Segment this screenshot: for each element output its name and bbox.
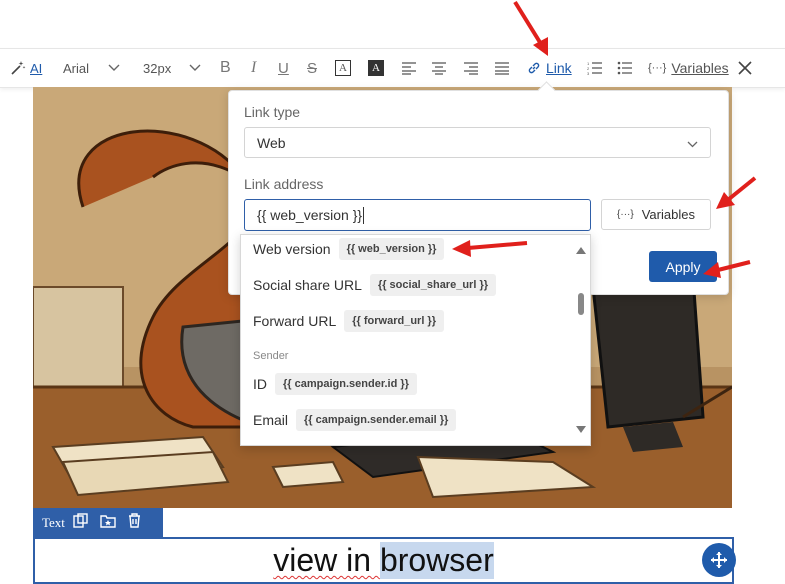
variable-token: {{ social_share_url }} [369,274,497,296]
variable-option-web-version[interactable]: Web version {{ web_version }} [253,236,445,262]
italic-button[interactable]: I [251,49,256,87]
link-type-select[interactable]: Web [244,127,711,158]
variables-toolbar-label: Variables [671,60,729,76]
variable-token: {{ campaign.sender.email }} [296,409,457,431]
font-size-chevron-icon[interactable] [189,49,201,87]
underline-icon: U [278,59,289,77]
variables-toolbar-button[interactable]: {···} Variables [648,49,729,87]
align-center-button[interactable] [431,49,447,87]
move-icon [711,552,727,568]
link-type-label: Link type [244,104,301,120]
underline-button[interactable]: U [278,49,289,87]
arrow-to-link [513,0,543,46]
bullet-list-button[interactable] [617,49,633,87]
justify-icon [495,62,509,75]
bold-button[interactable]: B [220,49,231,87]
apply-button-label: Apply [665,258,701,275]
variable-label: Email [253,412,289,428]
scroll-down-icon [576,426,586,433]
move-handle[interactable] [702,543,736,577]
justify-button[interactable] [494,49,510,87]
text-block-content[interactable]: view in browser [35,539,732,582]
variable-token: {{ web_version }} [338,238,445,260]
ai-label: AI [30,60,43,76]
link-address-value: {{ web_version }} [257,207,363,223]
magic-wand-icon [10,60,26,76]
link-icon [528,62,540,74]
align-right-button[interactable] [463,49,479,87]
editor-toolbar: AI Arial 32px B I U S A A Link 123 {···} [0,48,785,88]
arrow-to-variables [727,176,757,201]
variable-token: {{ campaign.sender.id }} [275,373,417,395]
variable-label: ID [253,376,267,392]
text-block[interactable]: view in browser [33,537,736,584]
font-family-value: Arial [63,60,90,76]
save-block-icon[interactable] [100,513,116,533]
strikethrough-button[interactable]: S [307,49,317,87]
duplicate-icon[interactable] [73,512,88,533]
font-family-chevron-icon[interactable] [108,49,120,87]
close-toolbar-button[interactable] [738,49,752,87]
selected-text: browser [379,542,494,579]
variable-option-forward-url[interactable]: Forward URL {{ forward_url }} [253,308,444,334]
variable-option-social-share-url[interactable]: Social share URL {{ social_share_url }} [253,272,497,298]
apply-button[interactable]: Apply [649,251,717,282]
scroll-thumb [578,293,584,315]
font-family-select[interactable]: Arial [63,49,89,87]
close-icon [738,61,752,75]
bullet-list-icon [617,61,632,75]
variables-button[interactable]: {···} Variables [601,199,711,230]
variable-label: Forward URL [253,313,337,329]
text-color-button[interactable]: A [335,49,351,87]
section-header-sender: Sender [253,350,289,362]
highlight-color-button[interactable]: A [368,49,384,87]
bold-icon: B [220,59,231,76]
variable-option-sender-id[interactable]: ID {{ campaign.sender.id }} [253,371,417,397]
link-address-label: Link address [244,176,324,192]
link-button[interactable]: Link [527,49,572,87]
text-cursor [363,206,365,224]
braces-icon: {···} [648,62,667,74]
link-address-input[interactable]: {{ web_version }} [244,199,591,231]
ordered-list-icon: 123 [587,61,602,75]
variable-token: {{ forward_url }} [344,310,444,332]
variable-label: Web version [253,241,331,257]
ordered-list-button[interactable]: 123 [587,49,603,87]
scroll-up-icon [576,247,586,254]
variable-option-sender-email[interactable]: Email {{ campaign.sender.email }} [253,407,457,433]
align-center-icon [432,62,446,75]
link-type-value: Web [257,134,286,151]
braces-icon: {···} [617,209,634,220]
variables-button-label: Variables [641,207,695,222]
italic-icon: I [251,59,257,76]
align-right-icon [464,62,478,75]
svg-text:3: 3 [587,71,590,75]
variable-label: Social share URL [253,277,362,293]
variables-dropdown: Web version {{ web_version }} Social sha… [240,234,591,446]
highlight-color-icon: A [368,60,384,76]
align-left-button[interactable] [401,49,417,87]
font-size-value: 32px [143,60,172,76]
text-color-icon: A [335,60,351,76]
align-left-icon [402,62,416,75]
text-prefix: view in [273,542,380,578]
font-size-select[interactable]: 32px [143,49,171,87]
dropdown-scrollbar[interactable] [572,235,590,445]
strikethrough-icon: S [307,59,318,77]
delete-icon[interactable] [128,512,141,533]
link-label: Link [546,60,572,76]
ai-button[interactable]: AI [10,49,42,87]
text-block-toolbar: Text [33,508,163,537]
text-block-label: Text [42,514,65,530]
chevron-down-icon [687,135,698,151]
